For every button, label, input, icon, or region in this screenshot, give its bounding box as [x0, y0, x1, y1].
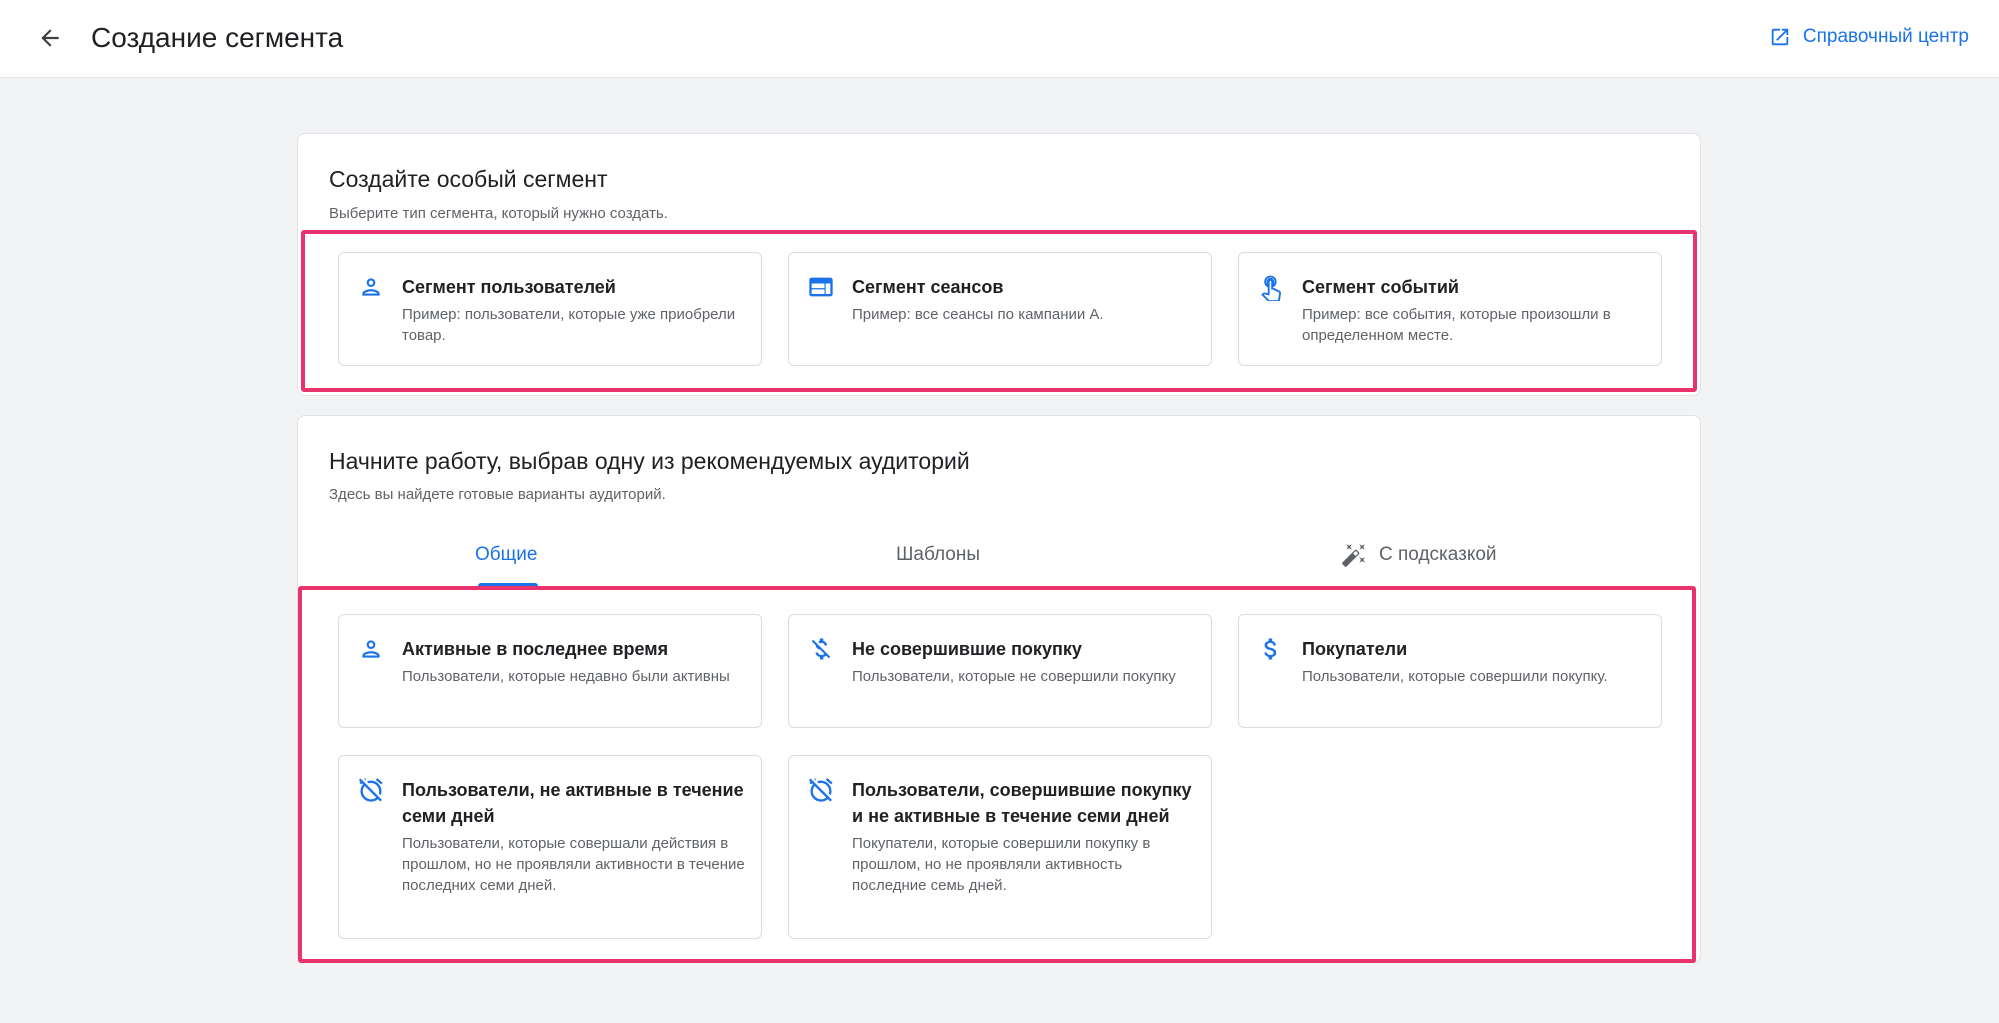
- help-center-label: Справочный центр: [1802, 26, 1969, 47]
- back-button[interactable]: [30, 18, 70, 58]
- dollar-icon: [1257, 635, 1285, 663]
- option-title: Пользователи, не активные в течение семи…: [402, 780, 744, 826]
- option-description: Пользователи, которые недавно были актив…: [402, 668, 730, 685]
- option-title: Покупатели: [1302, 639, 1408, 659]
- option-title: Сегмент пользователей: [402, 277, 616, 297]
- option-title: Сегмент сеансов: [852, 277, 1004, 297]
- top-bar: Создание сегмента Справочный центр: [0, 0, 1999, 78]
- recommended-title: Начните работу, выбрав одну из рекоменду…: [329, 448, 970, 474]
- open-in-new-icon: [1771, 28, 1789, 46]
- tab-general[interactable]: Общие: [475, 535, 537, 575]
- magic-wand-icon: [1342, 544, 1365, 567]
- person-icon: [357, 273, 385, 301]
- option-description: Пользователи, которые совершали действия…: [402, 835, 745, 894]
- option-description: Пользователи, которые совершили покупку.: [1302, 668, 1608, 685]
- option-description: Пример: все события, которые произошли в…: [1302, 306, 1611, 344]
- arrow-back-icon: [41, 29, 59, 47]
- active-tab-indicator: [478, 583, 538, 587]
- option-title: Активные в последнее время: [402, 639, 669, 659]
- recommended-audiences-card: Начните работу, выбрав одну из рекоменду…: [297, 415, 1701, 963]
- non-purchasers-option[interactable]: Не совершившие покупку Пользователи, кот…: [788, 614, 1212, 728]
- event-segment-option[interactable]: Сегмент событий Пример: все события, кот…: [1238, 252, 1662, 366]
- recently-active-option[interactable]: Активные в последнее время Пользователи,…: [338, 614, 762, 728]
- custom-segment-subtitle: Выберите тип сегмента, который нужно соз…: [329, 205, 668, 222]
- recommended-subtitle: Здесь вы найдете готовые варианты аудито…: [329, 486, 666, 503]
- option-title: Сегмент событий: [1302, 277, 1459, 297]
- option-description: Пример: все сеансы по кампании А.: [852, 306, 1104, 323]
- page-title: Создание сегмента: [91, 22, 344, 53]
- tab-label: С подсказкой: [1379, 544, 1497, 565]
- help-center-link[interactable]: Справочный центр: [1769, 22, 1969, 52]
- tab-suggested[interactable]: С подсказкой: [1341, 535, 1497, 575]
- purchased-inactive-7-days-option[interactable]: Пользователи, совершившие покупку и не а…: [788, 755, 1212, 939]
- option-title: Не совершившие покупку: [852, 639, 1082, 659]
- person-icon: [357, 635, 385, 663]
- tab-label: Шаблоны: [896, 544, 981, 565]
- option-description: Покупатели, которые совершили покупку в …: [852, 835, 1151, 894]
- tab-templates[interactable]: Шаблоны: [896, 535, 980, 575]
- session-segment-option[interactable]: Сегмент сеансов Пример: все сеансы по ка…: [788, 252, 1212, 366]
- web-window-icon: [807, 273, 835, 301]
- tab-label: Общие: [475, 544, 538, 565]
- user-segment-option[interactable]: Сегмент пользователей Пример: пользовате…: [338, 252, 762, 366]
- alarm-off-icon: [357, 776, 385, 804]
- option-title: Пользователи, совершившие покупку и не а…: [852, 780, 1192, 826]
- inactive-7-days-option[interactable]: Пользователи, не активные в течение семи…: [338, 755, 762, 939]
- purchasers-option[interactable]: Покупатели Пользователи, которые соверши…: [1238, 614, 1662, 728]
- custom-segment-title: Создайте особый сегмент: [329, 166, 608, 192]
- alarm-off-icon: [807, 776, 835, 804]
- money-off-icon: [807, 635, 835, 663]
- custom-segment-card: Создайте особый сегмент Выберите тип сег…: [297, 133, 1701, 396]
- option-description: Пользователи, которые не совершили покуп…: [852, 668, 1176, 685]
- touch-hand-icon: [1257, 273, 1285, 301]
- option-description: Пример: пользователи, которые уже приобр…: [402, 306, 736, 344]
